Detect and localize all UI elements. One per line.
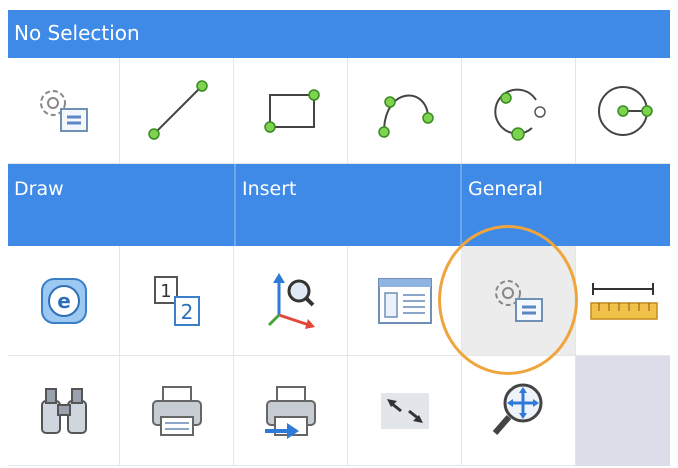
quad-toolbar-panel: No Selection Draw Insert General e 1 2 [8, 10, 670, 466]
circle-center-tool-button[interactable] [576, 58, 670, 164]
settings-tool-button[interactable] [8, 58, 120, 164]
zoom-pan-icon [492, 383, 542, 435]
section-divider [234, 164, 236, 246]
rectangle-icon [263, 88, 320, 133]
find-tool-button[interactable] [8, 356, 120, 466]
numbered-views-tool-button[interactable]: 1 2 [120, 246, 234, 356]
empty-cell [576, 356, 670, 466]
selection-title-bar: No Selection [8, 10, 670, 59]
tool-row-bottom [8, 356, 670, 466]
circle-3pt-tool-button[interactable] [462, 58, 576, 164]
general-settings-tool-button[interactable] [462, 246, 576, 356]
settings-icon [494, 279, 543, 322]
resize-arrows-icon [380, 392, 429, 429]
svg-text:1: 1 [160, 281, 171, 302]
resize-tool-button[interactable] [348, 356, 462, 466]
section-draw-label: Draw [14, 178, 64, 200]
explorer-tool-button[interactable]: e [8, 246, 120, 356]
circle-3pt-icon [493, 88, 546, 141]
rectangle-tool-button[interactable] [234, 58, 348, 164]
measure-tool-button[interactable] [576, 246, 670, 356]
settings-icon [39, 89, 88, 132]
svg-text:e: e [57, 289, 71, 313]
tool-row-middle: e 1 2 [8, 246, 670, 356]
arc-icon [377, 94, 434, 138]
print-export-icon [264, 385, 316, 439]
print-icon [151, 385, 202, 436]
print-tool-button[interactable] [120, 356, 234, 466]
section-divider [460, 164, 462, 246]
line-tool-button[interactable] [120, 58, 234, 164]
tool-row-top [8, 58, 670, 164]
ucs-zoom-tool-button[interactable] [234, 246, 348, 356]
measure-ruler-icon [590, 282, 658, 320]
section-general-label: General [468, 178, 543, 200]
section-insert-label: Insert [242, 178, 297, 200]
section-header-bar: Draw Insert General [8, 164, 670, 246]
selection-title: No Selection [14, 21, 140, 45]
line-icon [147, 79, 208, 140]
layout-panel-icon [377, 277, 432, 324]
layout-panel-tool-button[interactable] [348, 246, 462, 356]
zoom-pan-tool-button[interactable] [462, 356, 576, 466]
print-export-tool-button[interactable] [234, 356, 348, 466]
explorer-e-icon: e [40, 277, 87, 324]
binoculars-icon [40, 387, 87, 434]
numbered-views-icon: 1 2 [153, 275, 200, 326]
ucs-zoom-icon [267, 272, 315, 329]
arc-tool-button[interactable] [348, 58, 462, 164]
svg-text:2: 2 [180, 300, 193, 324]
circle-center-icon [598, 85, 653, 136]
